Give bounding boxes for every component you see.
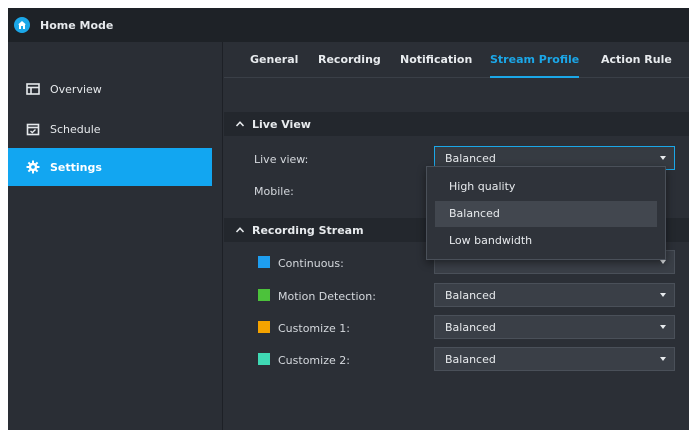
select-value: Balanced bbox=[445, 352, 496, 366]
select-value: Balanced bbox=[445, 288, 496, 302]
home-mode-icon bbox=[14, 17, 30, 33]
motion-detection-select[interactable]: Balanced bbox=[434, 283, 675, 307]
caret-down-icon bbox=[660, 260, 666, 264]
customize-2-color-swatch bbox=[258, 353, 270, 365]
calendar-icon bbox=[26, 122, 40, 136]
sidebar-item-label: Settings bbox=[50, 160, 102, 174]
tab-stream-profile[interactable]: Stream Profile bbox=[490, 42, 580, 78]
continuous-label: Continuous: bbox=[278, 257, 344, 270]
motion-detection-color-swatch bbox=[258, 289, 270, 301]
caret-down-icon bbox=[660, 325, 666, 329]
sidebar-item-label: Overview bbox=[50, 82, 102, 96]
customize-1-color-swatch bbox=[258, 321, 270, 333]
dropdown-option-balanced[interactable]: Balanced bbox=[435, 201, 657, 227]
live-view-section-header[interactable]: Live View bbox=[224, 112, 689, 136]
live-view-dropdown-menu: High quality Balanced Low bandwidth bbox=[426, 166, 666, 260]
customize-2-select[interactable]: Balanced bbox=[434, 347, 675, 371]
tab-bar: General Recording Notification Stream Pr… bbox=[224, 42, 689, 78]
tab-action-rule[interactable]: Action Rule bbox=[601, 42, 672, 78]
overview-icon bbox=[26, 82, 40, 96]
customize-2-label: Customize 2: bbox=[278, 354, 350, 367]
dropdown-option-high-quality[interactable]: High quality bbox=[435, 174, 657, 200]
customize-1-label: Customize 1: bbox=[278, 322, 350, 335]
motion-detection-label: Motion Detection: bbox=[278, 290, 376, 303]
section-title: Recording Stream bbox=[252, 223, 364, 237]
sidebar-item-settings[interactable]: Settings bbox=[8, 148, 212, 186]
gear-icon bbox=[26, 160, 40, 174]
tab-notification[interactable]: Notification bbox=[400, 42, 472, 78]
section-title: Live View bbox=[252, 117, 311, 131]
sidebar-item-overview[interactable]: Overview bbox=[8, 70, 212, 108]
chevron-up-icon bbox=[236, 227, 244, 233]
tab-general[interactable]: General bbox=[250, 42, 298, 78]
mobile-label: Mobile: bbox=[254, 185, 294, 198]
sidebar-item-label: Schedule bbox=[50, 122, 101, 136]
caret-down-icon bbox=[660, 293, 666, 297]
caret-down-icon bbox=[660, 357, 666, 361]
live-view-label: Live view: bbox=[254, 153, 309, 166]
tab-recording[interactable]: Recording bbox=[318, 42, 381, 78]
sidebar-item-schedule[interactable]: Schedule bbox=[8, 110, 212, 148]
dropdown-option-low-bandwidth[interactable]: Low bandwidth bbox=[435, 228, 657, 254]
select-value: Balanced bbox=[445, 151, 496, 165]
chevron-up-icon bbox=[236, 121, 244, 127]
title-bar: Home Mode bbox=[8, 8, 689, 42]
select-value: Balanced bbox=[445, 320, 496, 334]
sidebar: Overview Schedule Settings bbox=[8, 42, 223, 430]
continuous-color-swatch bbox=[258, 256, 270, 268]
caret-down-icon bbox=[660, 156, 666, 160]
customize-1-select[interactable]: Balanced bbox=[434, 315, 675, 339]
window-title: Home Mode bbox=[40, 18, 114, 32]
